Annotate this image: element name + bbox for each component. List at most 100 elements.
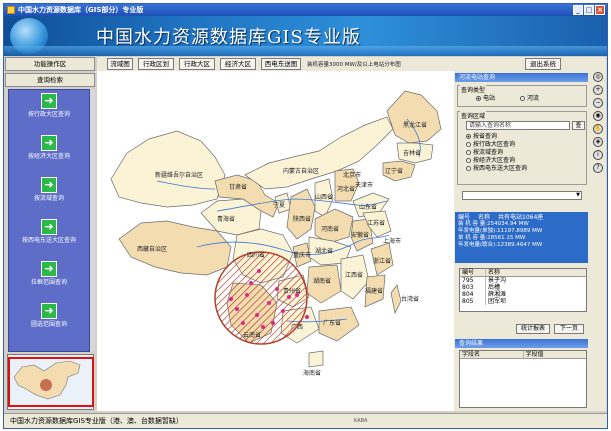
province-taiwan [390, 284, 402, 315]
overview-minimap[interactable] [7, 354, 94, 410]
map-label: 内蒙古自治区 [283, 167, 319, 175]
radio-river[interactable]: 河流 [520, 95, 539, 103]
province-inner-mongolia [244, 116, 394, 190]
app-window: 中国水力资源数据库（GIS部分）专业版 _ □ × 中国水力资源数据库GIS专业… [3, 3, 608, 429]
radio-by-admin-region[interactable]: 按行政大区查询 [466, 141, 515, 149]
ops-item-economic-region[interactable]: ➜ 按经济大区查询 [9, 132, 89, 174]
ops-item-label: 按西电东送大区查询 [21, 237, 76, 244]
banner: 中国水力资源数据库GIS专业版 [4, 16, 607, 56]
map-label: 陕西省 [293, 215, 311, 223]
map-label: 吉林省 [403, 149, 421, 157]
table-header: 编号 名称 [460, 269, 586, 277]
ops-item-circle-select[interactable]: ➜ 圆选范围查询 [9, 300, 89, 342]
map-label: 台湾省 [401, 295, 419, 303]
exit-system-button[interactable]: 退出系统 [525, 58, 561, 70]
cell-id: 804 [460, 291, 486, 298]
radio-label: 河流 [527, 95, 540, 102]
west-east-map-button[interactable]: 西电东送图 [261, 58, 301, 70]
economic-region-button[interactable]: 经济大区 [220, 58, 256, 70]
query-name-input[interactable]: 请输入查询名称 [466, 121, 570, 130]
info-icon[interactable]: i [593, 150, 603, 160]
banner-title: 中国水力资源数据库GIS专业版 [96, 27, 361, 48]
radio-label: 按行政大区查询 [473, 141, 516, 148]
radio-by-province[interactable]: 按省查询 [466, 133, 497, 141]
map-canvas[interactable]: 新疆维吾尔自治区 西藏自治区 青海省 甘肃省 内蒙古自治区 黑龙江省 吉林省 辽… [97, 71, 454, 411]
minimize-button[interactable]: _ [573, 5, 583, 15]
map-label: 江苏省 [367, 219, 385, 227]
station-table[interactable]: 编号 名称 795 景子沟 803 后槽 804 薛湘滩 805 团军坝 [459, 268, 587, 312]
window-title: 中国水力资源数据库（GIS部分）专业版 [18, 6, 144, 14]
full-extent-icon[interactable]: ◉ [593, 111, 603, 121]
next-page-button[interactable]: 下一页 [554, 324, 584, 334]
zoom-in-icon[interactable]: + [593, 85, 603, 95]
zoom-out-icon[interactable]: − [593, 98, 603, 108]
maximize-button[interactable]: □ [584, 5, 594, 15]
column-header-name: 名称 [488, 269, 501, 276]
map-label: 河北省 [337, 185, 355, 193]
admin-division-button[interactable]: 行政区划 [138, 58, 174, 70]
cell-id: 795 [460, 277, 486, 284]
table-row[interactable]: 795 景子沟 [460, 277, 586, 284]
province-tibet [118, 220, 232, 276]
query-region-group: 查询区域 请输入查询名称 查 按省查询 按行政大区查询 按流域查询 按经济大区查… [457, 111, 587, 185]
stats-line: 装 机 容 量:254034.94 MW [458, 221, 529, 227]
help-icon[interactable]: ? [593, 163, 603, 173]
cell-id: 805 [460, 298, 486, 305]
query-button[interactable]: 查询检索 [5, 73, 95, 87]
map-label: 天津市 [355, 181, 373, 189]
ops-item-label: 按经济大区查询 [27, 153, 70, 160]
map-label: 宁夏 [273, 201, 285, 209]
pan-hand-icon[interactable]: ✋ [593, 124, 603, 134]
stats-header-id: 编号 [458, 214, 471, 221]
column-header-field-value: 字段值 [525, 351, 544, 358]
globe-icon[interactable]: ◎ [593, 72, 603, 82]
select-icon[interactable]: ◈ [593, 137, 603, 147]
title-bar[interactable]: 中国水力资源数据库（GIS部分）专业版 _ □ × [4, 4, 607, 16]
ops-scrollbar[interactable] [90, 89, 95, 352]
right-arrow-icon: ➜ [41, 219, 57, 235]
query-type-group: 查询类型 电站 河流 [457, 85, 587, 107]
map-label: 贵州省 [283, 287, 301, 295]
radio-unselected-icon [466, 158, 471, 163]
map-tools: ◎ + − ◉ ✋ ◈ i ? [593, 72, 605, 192]
ops-item-admin-region[interactable]: ➜ 按行政大区查询 [9, 90, 89, 132]
query-panel: 退出系统 河流电站查询 查询类型 电站 河流 查询区域 请输入查询名称 查 按省… [454, 57, 606, 411]
map-label: 青海省 [217, 215, 235, 223]
ops-item-label: 圆选范围查询 [30, 321, 67, 328]
basin-map-button[interactable]: 流域图 [107, 58, 133, 70]
stats-summary: 编号 名称 共有电站1064座 装 机 容 量:254034.94 MW 年发电… [455, 212, 588, 263]
radio-label: 按经济大区查询 [473, 157, 516, 164]
radio-selected-icon [466, 134, 471, 139]
table-row[interactable]: 803 后槽 [460, 284, 586, 291]
radio-by-west-east[interactable]: 按西电东送大区查询 [466, 165, 527, 173]
table-row[interactable]: 804 薛湘滩 [460, 291, 586, 298]
radio-unselected-icon [466, 166, 471, 171]
ops-item-box-select[interactable]: ➜ 拉框范围查询 [9, 258, 89, 300]
close-button[interactable]: × [595, 5, 605, 15]
radio-unselected-icon [520, 96, 525, 101]
viewport-frame [8, 357, 94, 407]
radio-by-economic-region[interactable]: 按经济大区查询 [466, 157, 515, 165]
map-label: 四川省 [247, 251, 265, 259]
admin-region-button[interactable]: 行政大区 [179, 58, 215, 70]
map-toolbar: 流域图 行政区划 行政大区 经济大区 西电东送图 装机容量3000 MW/及以上… [97, 57, 454, 71]
radio-station[interactable]: 电站 [476, 95, 495, 103]
cell-id: 803 [460, 284, 486, 291]
map-label: 福建省 [365, 287, 383, 295]
radio-label: 按流域查询 [473, 149, 504, 156]
function-area-button[interactable]: 功能操作区 [5, 57, 95, 71]
results-table[interactable]: 字段名 字段值 [459, 350, 587, 408]
map-label: 新疆维吾尔自治区 [155, 171, 203, 179]
radio-label: 电站 [483, 95, 496, 102]
map-label: 甘肃省 [229, 183, 247, 191]
stats-report-button[interactable]: 统计报表 [516, 324, 550, 334]
left-panel: 功能操作区 查询检索 ➜ 按行政大区查询 ➜ 按经济大区查询 ➜ 按流域查询 ➜… [5, 57, 95, 352]
search-button[interactable]: 查 [572, 121, 585, 130]
right-arrow-icon: ➜ [41, 135, 57, 151]
ops-item-west-east[interactable]: ➜ 按西电东送大区查询 [9, 216, 89, 258]
radio-by-basin[interactable]: 按流域查询 [466, 149, 503, 157]
map-note: 装机容量3000 MW/及以上电站分布图 [307, 62, 401, 68]
region-select-dropdown[interactable]: ▼ [462, 191, 582, 200]
table-row[interactable]: 805 团军坝 [460, 298, 586, 305]
ops-item-basin[interactable]: ➜ 按流域查询 [9, 174, 89, 216]
